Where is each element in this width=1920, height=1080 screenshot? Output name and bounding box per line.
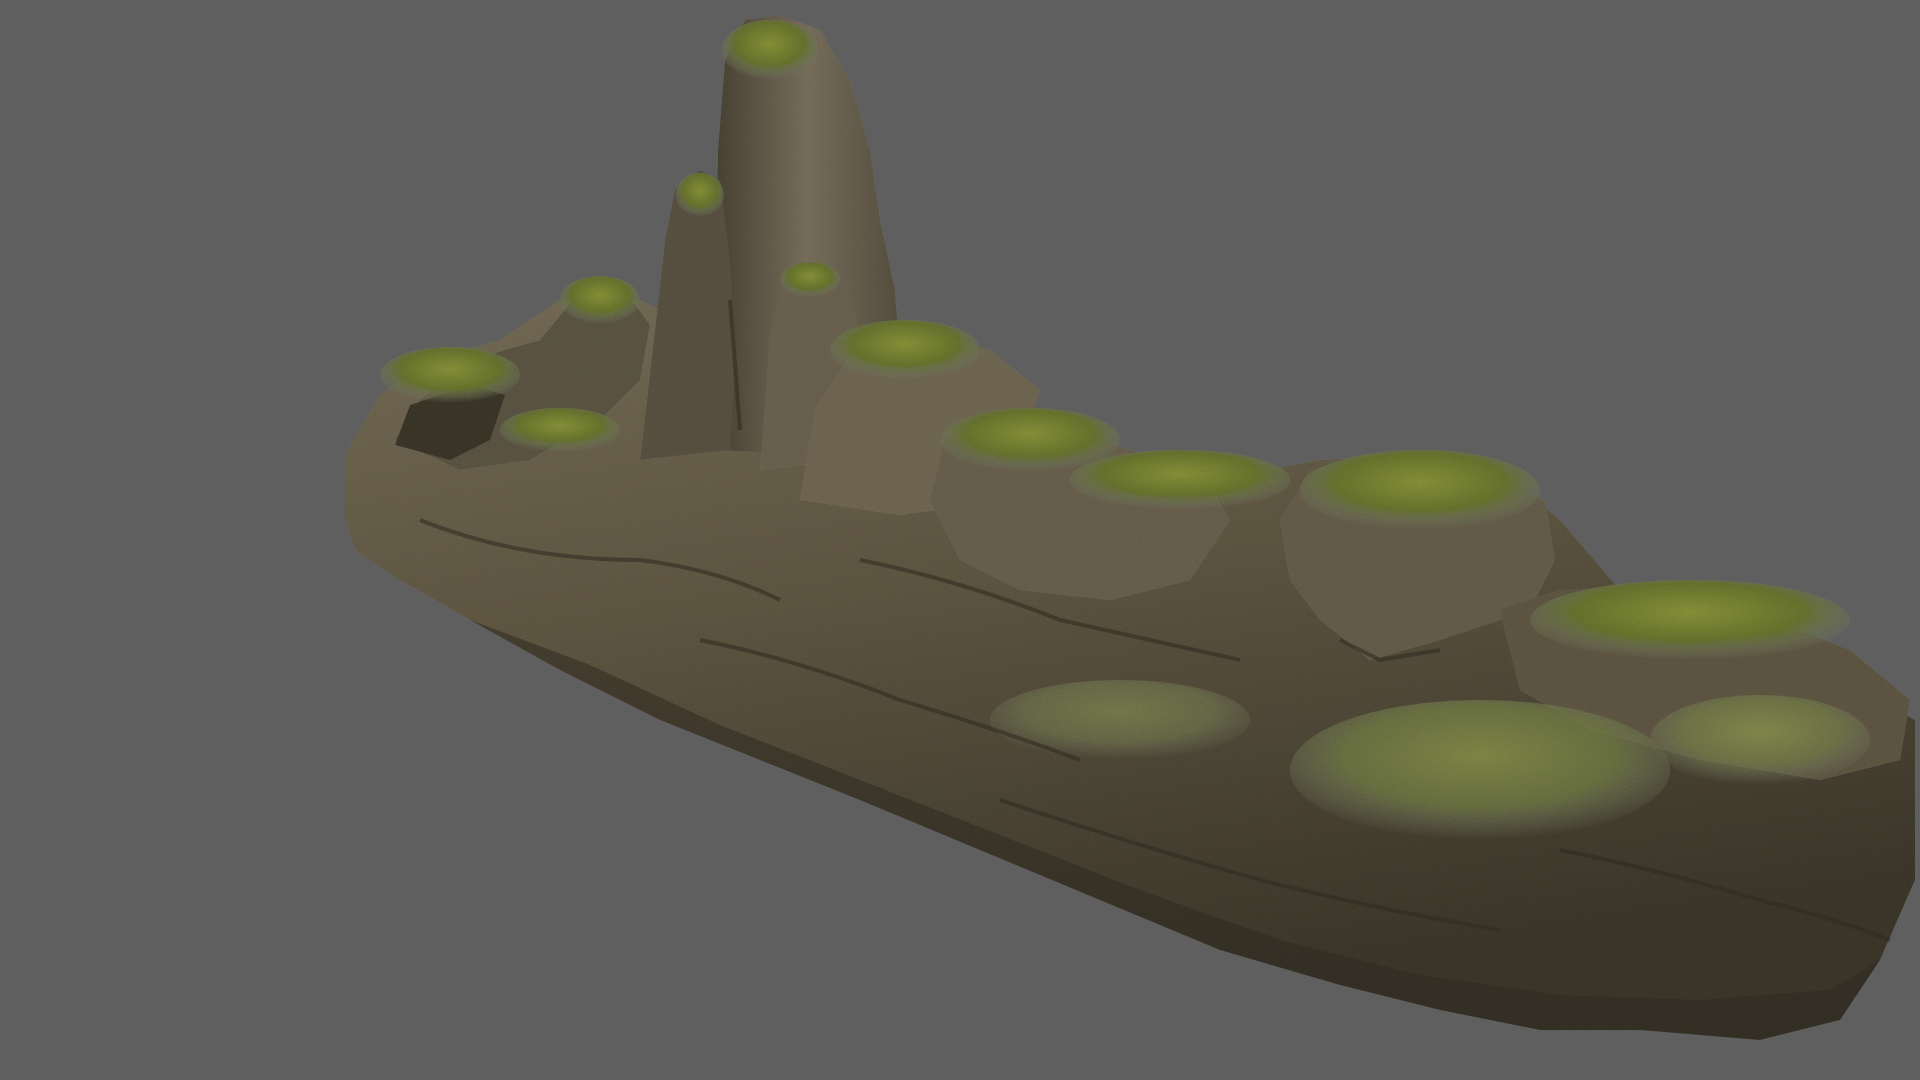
moss-front-right [1650,695,1870,785]
moss-mid-spire [676,173,724,217]
moss-right-ledge [1530,580,1850,660]
moss-ridge [1070,450,1290,510]
moss-spire-top [722,20,818,80]
render-viewport [0,0,1920,1080]
moss-front-face [1290,700,1670,840]
rock-formation-render [345,15,1915,1040]
moss-left-edge [380,347,520,403]
moss-boulder-1 [830,320,980,380]
moss-front-mid [990,680,1250,760]
moss-small-spire [780,262,840,298]
moss-left-boulder [560,276,640,324]
moss-front-left [500,408,620,452]
moss-square-boulder [1300,450,1540,530]
